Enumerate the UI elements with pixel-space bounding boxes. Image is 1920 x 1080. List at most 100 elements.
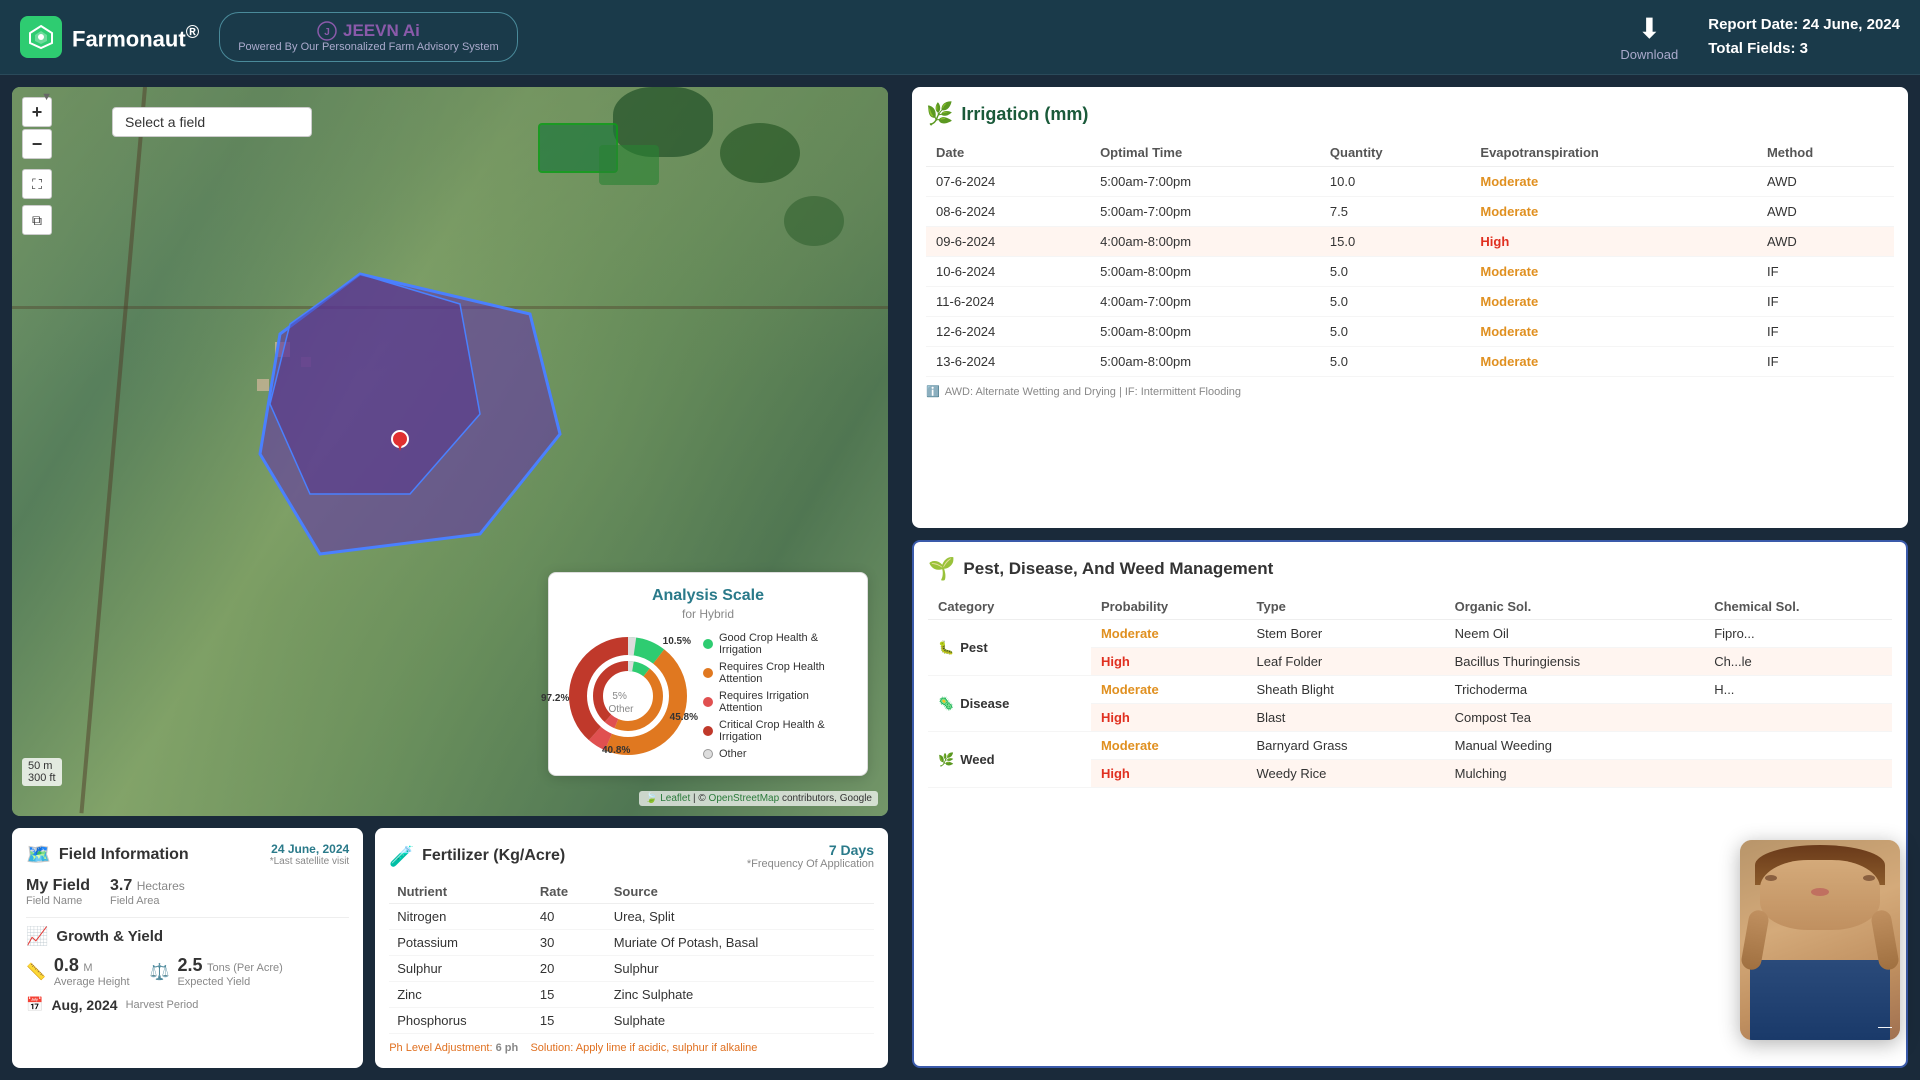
field-date-sub: *Last satellite visit	[270, 856, 349, 867]
report-info: Report Date: 24 June, 2024 Total Fields:…	[1708, 13, 1900, 61]
leaflet-link[interactable]: Leaflet	[660, 793, 690, 804]
irr-row: 09-6-2024 4:00am-8:00pm 15.0 High AWD	[926, 227, 1894, 257]
analysis-scale-popup: Analysis Scale for Hybrid	[548, 572, 868, 776]
pest-chemical: Fipro...	[1704, 620, 1892, 648]
irr-date: 08-6-2024	[926, 197, 1090, 227]
fert-frequency: 7 Days *Frequency Of Application	[747, 842, 874, 870]
fullscreen-button[interactable]: ⛶	[22, 169, 52, 199]
pct-label-good: 10.5%	[663, 636, 691, 647]
pest-type: Leaf Folder	[1247, 648, 1445, 676]
irr-date: 11-6-2024	[926, 287, 1090, 317]
irr-row: 07-6-2024 5:00am-7:00pm 10.0 Moderate AW…	[926, 167, 1894, 197]
map-controls: + − ⛶ ⧉	[22, 97, 52, 235]
fert-source: Zinc Sulphate	[606, 982, 874, 1008]
fert-rate: 20	[532, 956, 606, 982]
fert-title-area: 🧪 Fertilizer (Kg/Acre)	[389, 844, 565, 869]
irr-time: 5:00am-8:00pm	[1090, 257, 1320, 287]
field-name-row: My Field Field Name 3.7 Hectares Field A…	[26, 877, 349, 907]
irr-date: 12-6-2024	[926, 317, 1090, 347]
pest-type: Weedy Rice	[1247, 760, 1445, 788]
height-icon: 📏	[26, 962, 46, 982]
irr-evap: Moderate	[1470, 197, 1757, 227]
growth-title: Growth & Yield	[56, 928, 163, 945]
pest-type: Stem Borer	[1247, 620, 1445, 648]
field-icon: 🗺️	[26, 842, 51, 867]
irrigation-title: Irrigation (mm)	[961, 104, 1088, 125]
download-icon: ⬇	[1638, 12, 1661, 45]
pest-type: Sheath Blight	[1247, 676, 1445, 704]
pest-organic: Trichoderma	[1445, 676, 1705, 704]
logo-area: Farmonaut®	[20, 16, 199, 58]
fert-nutrient: Sulphur	[389, 956, 532, 982]
irr-date: 07-6-2024	[926, 167, 1090, 197]
main-content: + − ⛶ ⧉ Select a field 50 m 300 ft 🍃 Lea…	[0, 75, 1920, 1080]
pest-organic: Bacillus Thuringiensis	[1445, 648, 1705, 676]
irr-time: 5:00am-8:00pm	[1090, 317, 1320, 347]
growth-values: 📏 0.8 M Average Height ⚖️ 2.5 Tons (Per …	[26, 955, 349, 988]
harvest-icon: 📅	[26, 996, 43, 1013]
fert-source: Urea, Split	[606, 904, 874, 930]
pest-chemical: H...	[1704, 676, 1892, 704]
pest-col-chemical: Chemical Sol.	[1704, 594, 1892, 620]
map-attribution: 🍃 Leaflet | © OpenStreetMap contributors…	[639, 791, 878, 806]
pct-label-5: 5%	[612, 691, 626, 702]
irr-qty: 15.0	[1320, 227, 1471, 257]
fert-body: Nitrogen 40 Urea, Split Potassium 30 Mur…	[389, 904, 874, 1034]
irr-time: 4:00am-7:00pm	[1090, 287, 1320, 317]
field-info-title: Field Information	[59, 846, 189, 864]
zoom-out-button[interactable]: −	[22, 129, 52, 159]
fertilizer-panel: 🧪 Fertilizer (Kg/Acre) 7 Days *Frequency…	[375, 828, 888, 1068]
app-logo-text: Farmonaut®	[72, 21, 199, 52]
chart-legend: Good Crop Health & Irrigation Requires C…	[703, 632, 853, 760]
map-container[interactable]: + − ⛶ ⧉ Select a field 50 m 300 ft 🍃 Lea…	[12, 87, 888, 816]
yield-item: ⚖️ 2.5 Tons (Per Acre) Expected Yield	[150, 955, 283, 988]
irr-qty: 7.5	[1320, 197, 1471, 227]
fert-row: Zinc 15 Zinc Sulphate	[389, 982, 874, 1008]
fert-col-nutrient: Nutrient	[389, 880, 532, 904]
pest-category: 🌿 Weed	[928, 732, 1091, 788]
field-selector[interactable]: Select a field	[112, 107, 312, 137]
zoom-in-button[interactable]: +	[22, 97, 52, 127]
pest-chemical: Ch...le	[1704, 648, 1892, 676]
fertilizer-table: Nutrient Rate Source Nitrogen 40 Urea, S…	[389, 880, 874, 1034]
yield-icon: ⚖️	[150, 962, 170, 982]
pest-type: Barnyard Grass	[1247, 732, 1445, 760]
pest-prob: High	[1091, 760, 1247, 788]
height-label: Average Height	[54, 976, 130, 988]
fert-icon: 🧪	[389, 844, 414, 869]
height-value: 0.8	[54, 955, 79, 975]
legend-critical: Critical Crop Health & Irrigation	[703, 719, 853, 743]
pest-organic: Neem Oil	[1445, 620, 1705, 648]
pct-label-crop: 45.8%	[670, 712, 698, 723]
field-area-box: 3.7 Hectares Field Area	[110, 877, 185, 907]
pest-organic: Compost Tea	[1445, 704, 1705, 732]
osm-link[interactable]: OpenStreetMap	[709, 793, 780, 804]
field-polygon	[180, 254, 630, 614]
fert-row: Phosphorus 15 Sulphate	[389, 1008, 874, 1034]
layers-button[interactable]: ⧉	[22, 205, 52, 235]
legend-dot-other	[703, 749, 713, 759]
pest-title: Pest, Disease, And Weed Management	[963, 559, 1273, 579]
jeevn-brand: J JEEVN Ai	[317, 21, 420, 41]
irrigation-header: 🌿 Irrigation (mm)	[926, 101, 1894, 127]
svg-text:J: J	[324, 27, 330, 38]
pest-category: 🐛 Pest	[928, 620, 1091, 676]
legend-crop: Requires Crop Health Attention	[703, 661, 853, 685]
irr-evap: Moderate	[1470, 167, 1757, 197]
legend-dot-good	[703, 639, 713, 649]
irr-col-method: Method	[1757, 139, 1894, 167]
bottom-panels: 🗺️ Field Information 24 June, 2024 *Last…	[12, 828, 888, 1068]
pct-label-other: 40.8%	[602, 745, 630, 756]
irr-col-qty: Quantity	[1320, 139, 1471, 167]
field-area-label: Field Area	[110, 895, 185, 907]
pest-prob: Moderate	[1091, 732, 1247, 760]
irr-method: IF	[1757, 287, 1894, 317]
analysis-scale-title: Analysis Scale	[563, 587, 853, 605]
download-button[interactable]: ⬇ Download	[1620, 12, 1678, 62]
irr-evap: Moderate	[1470, 347, 1757, 377]
video-minimize-button[interactable]: —	[1878, 1018, 1892, 1034]
irr-evap: Moderate	[1470, 317, 1757, 347]
fert-rate: 40	[532, 904, 606, 930]
pest-organic: Mulching	[1445, 760, 1705, 788]
irr-col-evap: Evapotranspiration	[1470, 139, 1757, 167]
